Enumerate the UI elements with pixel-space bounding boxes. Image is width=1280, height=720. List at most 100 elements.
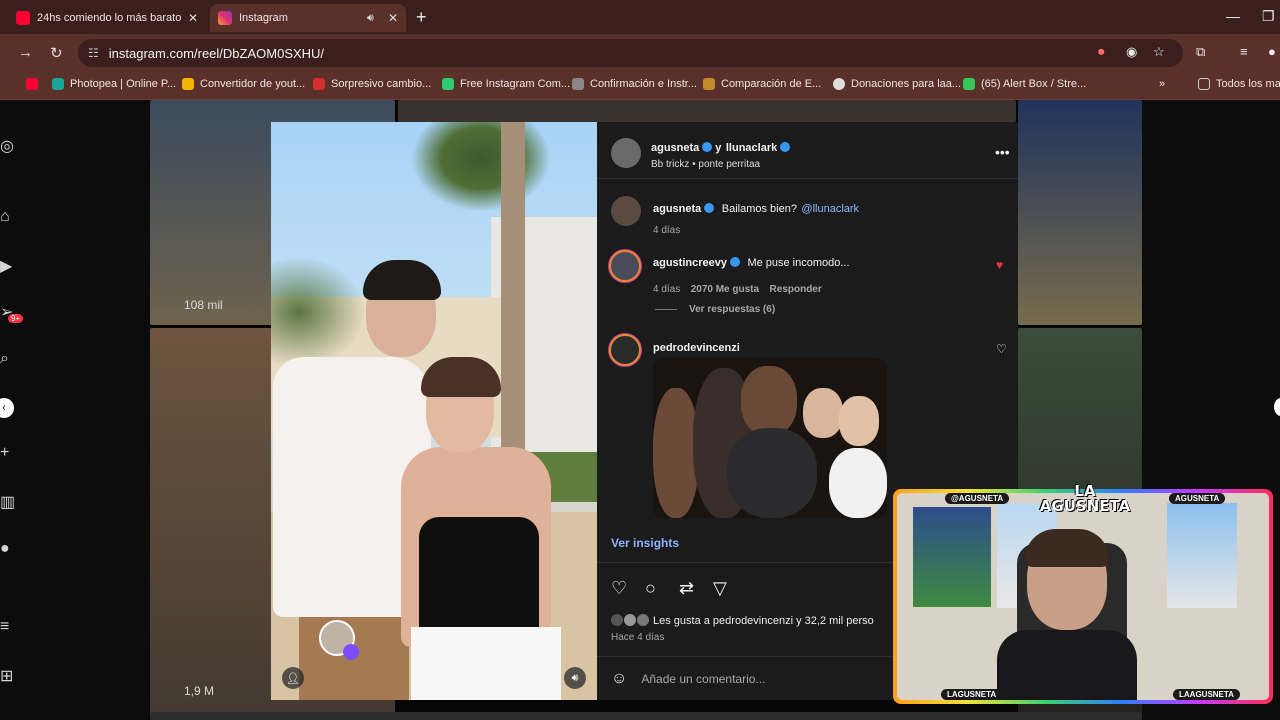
webcam-frame: @AGUSNETA AGUSNETA LAGUSNETA LAAGUSNETA (897, 493, 1269, 700)
back-arrow-icon[interactable]: ‹ (0, 398, 14, 418)
tab-youtube[interactable]: 24hs comiendo lo más barato d ✕ (8, 4, 206, 32)
gif-person (727, 428, 817, 518)
eye-off-icon[interactable]: ◉ (1126, 44, 1137, 60)
menu-icon[interactable]: ≡ (0, 618, 18, 636)
like-heart-icon[interactable]: ♡ (611, 578, 627, 599)
post-header: agusneta y llunaclark Bb trickz • ponte p… (651, 138, 793, 170)
bookmark-all[interactable]: Todos los mar (1198, 78, 1280, 90)
bookmark-free-instagram[interactable]: Free Instagram Com... (442, 78, 570, 90)
caption-username[interactable]: agusneta (653, 203, 701, 215)
comment-likes[interactable]: 2070 Me gusta (691, 284, 759, 295)
likes-summary[interactable]: Les gusta a pedrodevincenzi y 32,2 mil p… (611, 614, 874, 627)
next-arrow-icon[interactable] (1274, 398, 1280, 416)
liker-avatar (637, 614, 649, 626)
repost-icon[interactable]: ⇄ (679, 578, 694, 599)
replies-line (655, 309, 677, 310)
bookmark-converter[interactable]: Convertidor de yout... (182, 78, 305, 90)
reload-icon[interactable]: ↻ (50, 44, 63, 62)
profile-icon[interactable]: ● (1268, 44, 1276, 59)
video-palm-trunk (501, 122, 525, 467)
gif-person (803, 388, 843, 438)
bookmark-star-icon[interactable]: ☆ (1153, 44, 1165, 60)
view-replies[interactable]: Ver respuestas (6) (655, 304, 775, 315)
address-bar[interactable]: ☷ instagram.com/reel/DbZAOM0SXHU/ (78, 39, 1183, 67)
caption-mention[interactable]: @llunaclark (801, 203, 859, 215)
more-icon[interactable]: ⊞ (0, 666, 18, 686)
bookmark-label: Donaciones para laa... (851, 78, 962, 90)
caption-text: Bailamos bien? (721, 203, 797, 215)
screen: 24hs comiendo lo más barato d ✕ Instagra… (0, 0, 1280, 720)
overlay-handle: @AGUSNETA (945, 493, 1010, 504)
audio-track[interactable]: Bb trickz • ponte perritaa (651, 159, 793, 170)
view-insights-link[interactable]: Ver insights (611, 536, 679, 550)
dashboard-icon[interactable]: ▥ (0, 492, 18, 512)
more-options-icon[interactable]: ••• (995, 144, 1010, 160)
comment-avatar[interactable] (609, 334, 641, 366)
create-icon[interactable]: + (0, 444, 18, 462)
browser-toolbar: → ↻ ☷ instagram.com/reel/DbZAOM0SXHU/ ⏺ … (0, 34, 1280, 72)
bookmark-label: Convertidor de yout... (200, 78, 306, 90)
tab-instagram[interactable]: Instagram 🔊︎ ✕ (210, 4, 406, 32)
bookmark-label: Todos los mar (1216, 78, 1280, 90)
home-icon[interactable]: ⌂ (0, 208, 18, 226)
bookmark-label: Photopea | Online P... (70, 78, 177, 90)
sound-icon[interactable]: 🔊︎ (564, 667, 586, 689)
tab-title: Instagram (239, 12, 288, 24)
views-count: 1,9 M (184, 684, 215, 698)
site-info-icon[interactable]: ☷ (88, 46, 99, 60)
extensions-icon[interactable]: ⧉ (1196, 44, 1205, 60)
likes-text: Les gusta a pedrodevincenzi y 32,2 mil p… (653, 615, 874, 627)
heart-icon[interactable]: ♡ (996, 342, 1007, 356)
forward-icon[interactable]: → (18, 44, 33, 61)
close-tab-icon[interactable]: ✕ (188, 11, 198, 25)
collab-username[interactable]: llunaclark (726, 142, 777, 154)
webcam-streamer (1025, 529, 1109, 567)
bookmark-news[interactable]: Sorpresivo cambio... (313, 78, 431, 90)
reply-button[interactable]: Responder (770, 284, 822, 295)
media-control-icon[interactable]: ≡ (1240, 44, 1248, 59)
tagged-people-icon[interactable]: 👤︎ (282, 667, 304, 689)
bookmark-photopea[interactable]: Photopea | Online P... (52, 78, 176, 90)
youtube-icon (16, 11, 30, 25)
bookmark-label: Confirmación e Instr... (590, 78, 697, 90)
verified-icon (729, 257, 740, 267)
bookmark-comparison[interactable]: Comparación de E... (703, 78, 821, 90)
author-avatar[interactable] (611, 138, 641, 168)
minimize-icon[interactable]: — (1226, 8, 1240, 24)
new-tab-icon[interactable]: + (416, 7, 427, 28)
caption-avatar[interactable] (611, 196, 641, 226)
comment-username[interactable]: pedrodevincenzi (653, 342, 740, 354)
reels-icon[interactable]: ▶ (0, 256, 18, 276)
speaker-icon[interactable]: 🔊︎ (367, 12, 374, 25)
more-bookmarks-icon[interactable]: » (1159, 78, 1165, 90)
restore-icon[interactable]: ❐ (1262, 8, 1275, 25)
bookmark-youtube[interactable] (26, 78, 44, 90)
instagram-logo-icon[interactable]: ◎ (0, 136, 18, 156)
close-tab-icon[interactable]: ✕ (388, 11, 398, 25)
bookmark-alert-box[interactable]: (65) Alert Box / Stre... (963, 78, 1086, 90)
emoji-icon[interactable]: ☺ (611, 670, 627, 688)
search-icon[interactable]: ⌕ (0, 350, 18, 368)
share-icon[interactable]: ▽ (713, 578, 727, 599)
liked-heart-icon[interactable]: ♥ (996, 258, 1003, 272)
reel-author-avatar[interactable] (319, 620, 359, 660)
comment-time: 4 días (653, 284, 681, 295)
news-icon (313, 78, 325, 90)
extension-record-icon[interactable]: ⏺ (1098, 44, 1105, 60)
verified-icon (780, 142, 791, 152)
converter-icon (182, 78, 194, 90)
reel-video[interactable]: 👤︎ 🔊︎ (271, 122, 597, 700)
comment-meta: 4 días 2070 Me gusta Responder (653, 279, 850, 297)
bookmark-confirmation[interactable]: Confirmación e Instr... (572, 78, 697, 90)
comment-gif[interactable] (653, 358, 887, 518)
author-username[interactable]: agusneta (651, 142, 699, 154)
donation-icon (833, 78, 845, 90)
overlay-handle: AGUSNETA (1169, 493, 1226, 504)
instagram-icon (218, 11, 232, 25)
profile-avatar-icon[interactable]: ● (0, 540, 18, 558)
comment: pedrodevincenzi (653, 338, 740, 356)
comment-icon[interactable]: ○ (645, 578, 656, 599)
comment-username[interactable]: agustincreevy (653, 257, 727, 269)
bookmark-donations[interactable]: Donaciones para laa... (833, 78, 961, 90)
comment-avatar[interactable] (609, 250, 641, 282)
